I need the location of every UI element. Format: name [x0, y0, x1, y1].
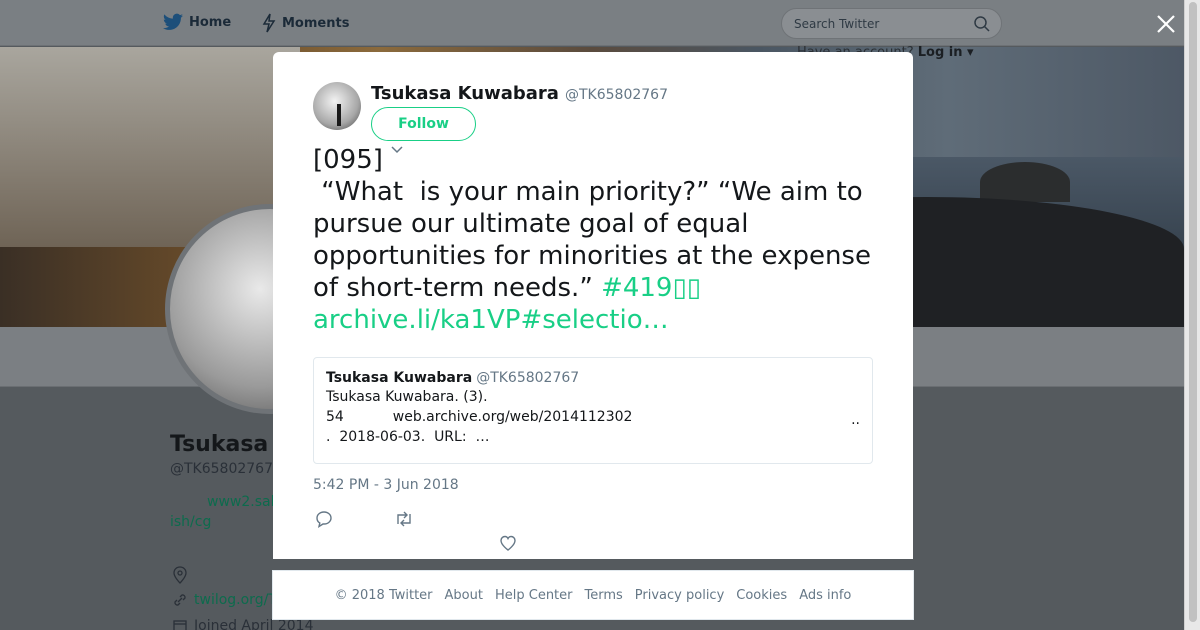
footer-link-ads-info[interactable]: Ads info — [799, 588, 851, 603]
footer-link-about[interactable]: About — [445, 588, 483, 603]
quoted-line: Tsukasa Kuwabara. (3). — [326, 389, 488, 405]
tweet-link[interactable]: archive.li/ka1VP#selectio… — [313, 305, 669, 335]
quoted-line: . 2018-06-03. URL: … — [326, 429, 490, 445]
tweet-body: [095] “What is your main priority?” “We … — [313, 145, 871, 303]
tweet-modal: Tsukasa Kuwabara @TK65802767 Follow [095… — [273, 52, 913, 559]
quoted-ellipsis: .. — [851, 412, 860, 428]
footer-link-privacy[interactable]: Privacy policy — [635, 588, 724, 603]
author-name[interactable]: Tsukasa Kuwabara — [371, 83, 559, 104]
quoted-handle: @TK65802767 — [476, 370, 580, 386]
quoted-line: 54 web.archive.org/web/2014112302 — [326, 409, 633, 425]
follow-button[interactable]: Follow — [371, 107, 476, 141]
retweet-icon[interactable] — [394, 510, 414, 528]
quoted-tweet[interactable]: Tsukasa Kuwabara @TK65802767 Tsukasa Kuwa… — [313, 357, 873, 464]
heart-icon[interactable] — [499, 534, 517, 552]
page-scrollbar[interactable] — [1184, 0, 1200, 630]
author-avatar[interactable] — [313, 82, 361, 130]
quoted-author: Tsukasa Kuwabara @TK65802767 — [326, 370, 580, 386]
author-handle[interactable]: @TK65802767 — [565, 87, 668, 103]
footer-link-cookies[interactable]: Cookies — [736, 588, 787, 603]
reply-icon[interactable] — [315, 510, 333, 528]
footer-link-help-center[interactable]: Help Center — [495, 588, 573, 603]
scrollbar-thumb[interactable] — [1189, 2, 1197, 622]
modal-footer: © 2018 Twitter About Help Center Terms P… — [272, 570, 914, 620]
tweet-hashtag[interactable]: #419▯▯ — [601, 273, 701, 303]
footer-link-terms[interactable]: Terms — [585, 588, 623, 603]
tweet-timestamp[interactable]: 5:42 PM - 3 Jun 2018 — [313, 477, 459, 493]
footer-copyright: © 2018 Twitter — [334, 587, 433, 603]
tweet-text: [095] “What is your main priority?” “We … — [313, 144, 873, 336]
close-icon[interactable] — [1154, 12, 1178, 36]
